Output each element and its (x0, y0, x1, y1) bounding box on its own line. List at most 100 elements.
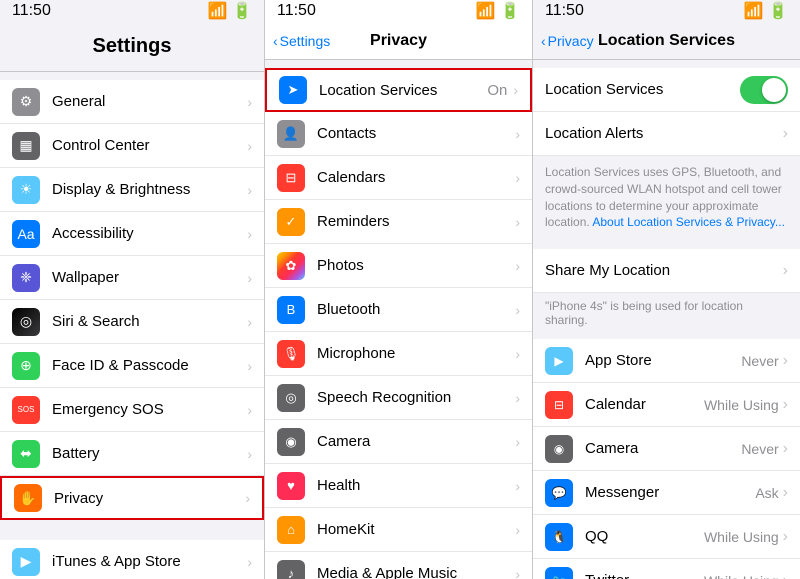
privacy-item-bluetooth[interactable]: BBluetooth (265, 288, 532, 332)
panel1-header: Settings (0, 22, 264, 72)
photos-p2-chevron (515, 258, 520, 274)
settings-item-general[interactable]: ⚙ General (0, 80, 264, 124)
settings-section-2: ▶iTunes & App Store⬡Wallet & Apple Pay (0, 540, 264, 579)
reminders-p2-label: Reminders (317, 213, 513, 230)
settings-section-1: ⚙ General ▦Control Center☀Display & Bright… (0, 80, 264, 520)
microphone-p2-chevron (515, 346, 520, 362)
speech-p2-icon: ◎ (277, 384, 305, 412)
general-icon: ⚙ (12, 88, 40, 116)
accessibility-label: Accessibility (52, 225, 245, 242)
app-row-twitter[interactable]: 🐦 TwitterWhile Using (533, 559, 800, 579)
homekit-p2-icon: ⌂ (277, 516, 305, 544)
settings-item-battery[interactable]: ⬌Battery (0, 432, 264, 476)
privacy-item-camera[interactable]: ◉Camera (265, 420, 532, 464)
settings-item-itunes[interactable]: ▶iTunes & App Store (0, 540, 264, 579)
faceid-chevron (247, 358, 252, 374)
app-row-qq[interactable]: 🐧QQWhile Using (533, 515, 800, 559)
share-location-row[interactable]: Share My Location (533, 249, 800, 293)
app-row-appstore[interactable]: ▶App StoreNever (533, 339, 800, 383)
privacy-item-photos[interactable]: ✿Photos (265, 244, 532, 288)
battery-chevron (247, 446, 252, 462)
privacy-item-health[interactable]: ♥ Health (265, 464, 532, 508)
siri-icon: ◎ (12, 308, 40, 336)
app-row-camera[interactable]: ◉CameraNever (533, 427, 800, 471)
itunes-icon: ▶ (12, 548, 40, 576)
toggle-knob (762, 78, 786, 102)
calendars-p2-icon: ⊟ (277, 164, 305, 192)
settings-item-control-center[interactable]: ▦Control Center (0, 124, 264, 168)
settings-item-siri[interactable]: ◎ Siri & Search (0, 300, 264, 344)
wallpaper-label: Wallpaper (52, 269, 245, 286)
faceid-icon: ⊕ (12, 352, 40, 380)
reminders-p2-icon: ✓ (277, 208, 305, 236)
health-p2-label: Health (317, 477, 513, 494)
twitter-p3-label: Twitter (585, 572, 704, 579)
qq-p3-chevron (783, 528, 788, 546)
privacy-item-homekit[interactable]: ⌂HomeKit (265, 508, 532, 552)
calendar-p3-label: Calendar (585, 396, 704, 413)
siri-label: Siri & Search (52, 313, 245, 330)
twitter-p3-icon: 🐦 (545, 567, 573, 579)
accessibility-chevron (247, 226, 252, 242)
privacy-item-microphone[interactable]: 🎙Microphone (265, 332, 532, 376)
messenger-p3-value: Ask (755, 485, 778, 501)
back-to-settings[interactable]: ‹ Settings (273, 33, 330, 49)
bluetooth-p2-label: Bluetooth (317, 301, 513, 318)
settings-item-sos[interactable]: SOSEmergency SOS (0, 388, 264, 432)
settings-item-wallpaper[interactable]: ❈ Wallpaper (0, 256, 264, 300)
settings-item-display[interactable]: ☀Display & Brightness (0, 168, 264, 212)
location-info-link[interactable]: About Location Services & Privacy... (592, 215, 785, 229)
settings-item-privacy[interactable]: ✋Privacy (0, 476, 264, 520)
privacy-item-speech[interactable]: ◎Speech Recognition (265, 376, 532, 420)
share-note: "iPhone 4s" is being used for location s… (533, 293, 800, 333)
back-to-privacy[interactable]: ‹ Privacy (541, 33, 594, 49)
wallpaper-icon: ❈ (12, 264, 40, 292)
settings-item-accessibility[interactable]: Aa Accessibility (0, 212, 264, 256)
display-icon: ☀ (12, 176, 40, 204)
calendar-p3-value: While Using (704, 397, 779, 413)
privacy-item-media[interactable]: ♪Media & Apple Music (265, 552, 532, 579)
location-alerts-label: Location Alerts (545, 125, 783, 142)
general-chevron (247, 94, 252, 110)
back-chevron: ‹ (273, 33, 278, 49)
media-p2-chevron (515, 566, 520, 579)
privacy-item-location[interactable]: ➤Location ServicesOn (265, 68, 532, 112)
settings-item-faceid[interactable]: ⊕Face ID & Passcode (0, 344, 264, 388)
location-toggle[interactable] (740, 76, 788, 104)
general-label: General (52, 93, 245, 110)
camera-p2-label: Camera (317, 433, 513, 450)
photos-p2-label: Photos (317, 257, 513, 274)
back-label-3: Privacy (548, 33, 594, 49)
qq-p3-icon: 🐧 (545, 523, 573, 551)
microphone-p2-label: Microphone (317, 345, 513, 362)
privacy-item-reminders[interactable]: ✓ Reminders (265, 200, 532, 244)
camera-p3-icon: ◉ (545, 435, 573, 463)
twitter-p3-value: While Using (704, 573, 779, 579)
calendars-p2-chevron (515, 170, 520, 186)
app-row-calendar[interactable]: ⊟CalendarWhile Using (533, 383, 800, 427)
sos-icon: SOS (12, 396, 40, 424)
camera-p3-chevron (783, 440, 788, 458)
privacy-items: ➤Location ServicesOn👤Contacts⊟Calendars✓… (265, 68, 532, 579)
messenger-p3-label: Messenger (585, 484, 755, 501)
contacts-p2-label: Contacts (317, 125, 513, 142)
panel3-header: ‹ Privacy Location Services (533, 22, 800, 60)
homekit-p2-chevron (515, 522, 520, 538)
status-bar-1: 11:50 📶 🔋 (0, 0, 264, 22)
location-services-row[interactable]: Location Services (533, 68, 800, 112)
time-1: 11:50 (12, 2, 51, 20)
display-chevron (247, 182, 252, 198)
settings-panel: 11:50 📶 🔋 Settings ⚙ General ▦Control Cent… (0, 0, 265, 579)
status-icons-2: 📶 🔋 (476, 1, 520, 21)
app-row-messenger[interactable]: 💬MessengerAsk (533, 471, 800, 515)
panel2-header: ‹ Settings Privacy (265, 22, 532, 60)
chevron-share (783, 262, 788, 280)
privacy-item-contacts[interactable]: 👤Contacts (265, 112, 532, 156)
back-chevron-3: ‹ (541, 33, 546, 49)
accessibility-icon: Aa (12, 220, 40, 248)
health-p2-icon: ♥ (277, 472, 305, 500)
qq-p3-value: While Using (704, 529, 779, 545)
control-center-icon: ▦ (12, 132, 40, 160)
location-alerts-row[interactable]: Location Alerts (533, 112, 800, 156)
privacy-item-calendars[interactable]: ⊟Calendars (265, 156, 532, 200)
